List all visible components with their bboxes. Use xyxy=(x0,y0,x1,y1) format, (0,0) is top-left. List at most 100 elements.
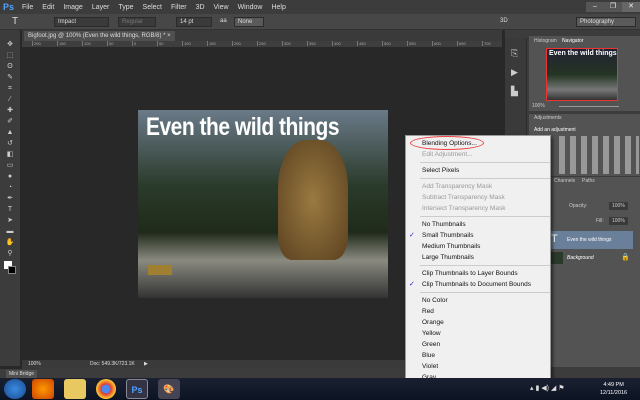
fill-field[interactable]: 100% xyxy=(609,217,628,225)
checkmark-icon: ✓ xyxy=(409,232,415,239)
menu-3d[interactable]: 3D xyxy=(196,4,205,11)
tab-navigator[interactable]: Navigator xyxy=(559,37,587,45)
menu-edit[interactable]: Edit xyxy=(42,4,54,11)
dodge-tool-icon[interactable]: ◔ xyxy=(4,184,16,192)
zoom-level[interactable]: 100% xyxy=(28,360,41,369)
status-arrow-icon[interactable]: ▶ xyxy=(144,360,148,369)
blur-tool-icon[interactable]: ● xyxy=(4,173,16,181)
menu-item-small-thumbnails[interactable]: ✓ Small Thumbnails xyxy=(406,230,550,241)
artwork-image[interactable]: Even the wild things xyxy=(138,110,388,298)
layer-row-text[interactable]: T Even the wild things xyxy=(549,231,633,249)
actions-play-icon[interactable]: ▶ xyxy=(511,67,526,78)
workspace-select[interactable]: Photography xyxy=(576,17,636,27)
minimize-button[interactable]: – xyxy=(586,2,604,12)
tab-adjustments[interactable]: Adjustments xyxy=(531,114,565,122)
menu-item-large-thumbnails[interactable]: Large Thumbnails xyxy=(406,252,550,263)
font-family-select[interactable]: Impact xyxy=(54,17,109,27)
ruler-tick: 150 xyxy=(57,41,66,46)
adjustment-icons[interactable] xyxy=(559,136,639,174)
menu-image[interactable]: Image xyxy=(63,4,82,11)
antialias-select[interactable]: None xyxy=(234,17,264,27)
menu-separator xyxy=(420,265,550,266)
crop-tool-icon[interactable]: ⌗ xyxy=(4,85,16,93)
menu-type[interactable]: Type xyxy=(118,4,133,11)
menu-item-no-thumbnails[interactable]: No Thumbnails xyxy=(406,219,550,230)
photoshop-logo: Ps xyxy=(3,2,15,12)
menu-item-orange[interactable]: Orange xyxy=(406,317,550,328)
history-icon[interactable]: ⎘ xyxy=(511,48,526,59)
close-button[interactable]: ✕ xyxy=(622,2,640,12)
menu-item-label: Blue xyxy=(422,352,436,359)
menu-item-clip-thumbnails-to-document-bounds[interactable]: ✓ Clip Thumbnails to Document Bounds xyxy=(406,279,550,290)
pen-tool-icon[interactable]: ✒ xyxy=(4,195,16,203)
lasso-tool-icon[interactable]: ʘ xyxy=(4,63,16,71)
restore-button[interactable]: ❐ xyxy=(604,2,622,12)
ruler-tick: 300 xyxy=(282,41,291,46)
tab-channels[interactable]: Channels xyxy=(551,177,578,185)
layer-row-background[interactable]: Background 🔒 xyxy=(549,250,633,266)
stamp-tool-icon[interactable]: ▲ xyxy=(4,129,16,137)
3d-mode-icon[interactable]: 3D xyxy=(500,18,508,24)
menu-filter[interactable]: Filter xyxy=(171,4,187,11)
navigator-zoom[interactable]: 100% xyxy=(529,102,548,110)
mini-bridge-tab[interactable]: Mini Bridge xyxy=(6,370,38,378)
navigator-thumbnail-text: Even the wild things xyxy=(549,50,617,57)
navigator-zoom-slider[interactable] xyxy=(559,106,619,107)
photoshop-taskbar-icon[interactable]: Ps xyxy=(126,379,148,399)
taskbar-clock[interactable]: 4:49 PM 12/11/2016 xyxy=(600,381,627,397)
menu-item-red[interactable]: Red xyxy=(406,306,550,317)
chrome-taskbar-icon[interactable] xyxy=(96,379,116,399)
menu-select[interactable]: Select xyxy=(143,4,162,11)
menu-item-label: Orange xyxy=(422,319,444,326)
explorer-taskbar-icon[interactable] xyxy=(64,379,86,399)
menu-item-violet[interactable]: Violet xyxy=(406,361,550,372)
type-tool-icon[interactable]: T xyxy=(4,206,16,214)
history-brush-icon[interactable]: ↺ xyxy=(4,140,16,148)
healing-tool-icon[interactable]: ✚ xyxy=(4,107,16,115)
menu-item-label: No Color xyxy=(422,297,448,304)
eraser-tool-icon[interactable]: ◧ xyxy=(4,151,16,159)
paint-taskbar-icon[interactable]: 🎨 xyxy=(158,379,180,399)
menu-item-clip-thumbnails-to-layer-bounds[interactable]: Clip Thumbnails to Layer Bounds xyxy=(406,268,550,279)
navigator-thumbnail[interactable]: Even the wild things xyxy=(546,48,618,101)
menu-window[interactable]: Window xyxy=(238,4,263,11)
ruler-tick: 350 xyxy=(307,41,316,46)
menu-item-blue[interactable]: Blue xyxy=(406,350,550,361)
menu-item-green[interactable]: Green xyxy=(406,339,550,350)
hand-tool-icon[interactable]: ✋ xyxy=(4,239,16,247)
layer-comps-icon[interactable]: ▙ xyxy=(511,86,526,97)
type-tool-icon[interactable]: T xyxy=(12,16,18,27)
brush-tool-icon[interactable]: ✐ xyxy=(4,118,16,126)
ruler-tick: 0 xyxy=(132,41,137,46)
start-button[interactable] xyxy=(4,379,26,399)
gradient-tool-icon[interactable]: ▭ xyxy=(4,162,16,170)
marquee-tool-icon[interactable]: ⬚ xyxy=(4,52,16,60)
ruler-tick: 500 xyxy=(382,41,391,46)
color-swatches[interactable] xyxy=(4,261,16,275)
firefox-taskbar-icon[interactable] xyxy=(32,379,54,399)
red-annotation-circle xyxy=(410,136,484,150)
font-style-select[interactable]: Regular xyxy=(118,17,156,27)
move-tool-icon[interactable]: ✥ xyxy=(4,41,16,49)
bigfoot-figure xyxy=(278,140,348,260)
menu-file[interactable]: File xyxy=(22,4,33,11)
close-tab-icon[interactable]: × xyxy=(167,33,171,39)
font-size-select[interactable]: 14 pt xyxy=(176,17,212,27)
menu-item-yellow[interactable]: Yellow xyxy=(406,328,550,339)
document-tab[interactable]: Bigfoot.jpg @ 100% (Even the wild things… xyxy=(24,31,175,41)
menu-help[interactable]: Help xyxy=(271,4,285,11)
quick-select-tool-icon[interactable]: ✎ xyxy=(4,74,16,82)
system-tray-icons[interactable]: ▴ ▮ ◀) ◢ ⚑ xyxy=(530,384,565,392)
zoom-tool-icon[interactable]: ⚲ xyxy=(4,250,16,258)
menu-item-no-color[interactable]: No Color xyxy=(406,295,550,306)
eyedropper-tool-icon[interactable]: ⁄ xyxy=(4,96,16,104)
menu-item-select-pixels[interactable]: Select Pixels xyxy=(406,165,550,176)
menu-item-medium-thumbnails[interactable]: Medium Thumbnails xyxy=(406,241,550,252)
menu-layer[interactable]: Layer xyxy=(92,4,110,11)
shape-tool-icon[interactable]: ▬ xyxy=(4,228,16,236)
menu-view[interactable]: View xyxy=(214,4,229,11)
tab-histogram[interactable]: Histogram xyxy=(531,37,560,45)
path-select-icon[interactable]: ➤ xyxy=(4,217,16,225)
opacity-field[interactable]: 100% xyxy=(609,202,628,210)
tab-paths[interactable]: Paths xyxy=(579,177,598,185)
